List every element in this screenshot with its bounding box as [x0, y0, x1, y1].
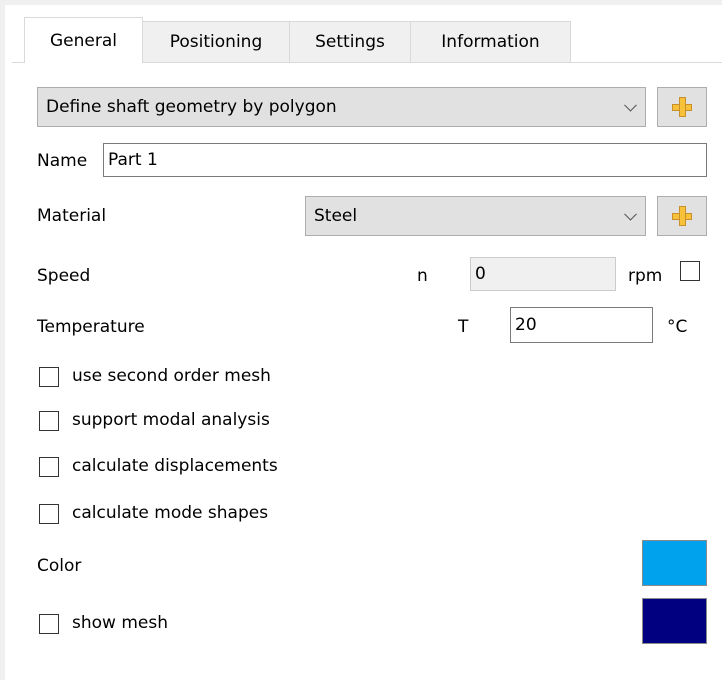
- add-geometry-button[interactable]: [657, 87, 707, 127]
- temperature-field[interactable]: 20: [510, 307, 653, 343]
- mesh-color-swatch-button[interactable]: [642, 598, 707, 644]
- tab-general-label: General: [50, 30, 117, 51]
- speed-field[interactable]: 0: [470, 257, 616, 291]
- speed-checkbox[interactable]: [680, 261, 700, 281]
- speed-unit: rpm: [628, 266, 663, 286]
- color-label: Color: [37, 556, 82, 576]
- material-dropdown-value: Steel: [314, 206, 358, 226]
- second-order-mesh-label: use second order mesh: [72, 366, 271, 386]
- tab-positioning-label: Positioning: [169, 32, 263, 52]
- name-label: Name: [37, 151, 88, 171]
- speed-symbol: n: [417, 266, 428, 286]
- show-mesh-label: show mesh: [72, 613, 168, 633]
- geometry-dropdown[interactable]: Define shaft geometry by polygon: [37, 87, 646, 127]
- speed-label: Speed: [37, 266, 91, 286]
- name-field[interactable]: Part 1: [103, 143, 707, 177]
- tab-general[interactable]: General: [24, 17, 143, 63]
- geometry-dropdown-value: Define shaft geometry by polygon: [46, 97, 337, 117]
- mode-shapes-checkbox[interactable]: [39, 504, 59, 524]
- plus-icon: [672, 206, 692, 226]
- color-swatch-button[interactable]: [642, 540, 707, 586]
- tab-information[interactable]: Information: [410, 21, 571, 62]
- temperature-unit: °C: [667, 317, 688, 337]
- modal-analysis-label: support modal analysis: [72, 410, 270, 430]
- chevron-down-icon: [624, 207, 637, 221]
- temperature-label: Temperature: [37, 317, 145, 337]
- temperature-field-value: 20: [515, 315, 537, 335]
- mode-shapes-label: calculate mode shapes: [72, 503, 269, 523]
- modal-analysis-checkbox[interactable]: [39, 411, 59, 431]
- material-dropdown[interactable]: Steel: [305, 196, 646, 236]
- tab-settings[interactable]: Settings: [289, 21, 411, 62]
- plus-icon: [672, 97, 692, 117]
- displacements-label: calculate displacements: [72, 456, 278, 476]
- add-material-button[interactable]: [657, 196, 707, 236]
- displacements-checkbox[interactable]: [39, 457, 59, 477]
- second-order-mesh-checkbox[interactable]: [39, 367, 59, 387]
- material-label: Material: [37, 206, 107, 226]
- tab-positioning[interactable]: Positioning: [142, 21, 290, 62]
- name-field-value: Part 1: [108, 150, 158, 170]
- temperature-symbol: T: [458, 317, 469, 337]
- speed-field-value: 0: [475, 264, 486, 284]
- chevron-down-icon: [624, 98, 637, 112]
- tab-settings-label: Settings: [315, 32, 385, 52]
- show-mesh-checkbox[interactable]: [39, 614, 59, 634]
- tab-information-label: Information: [441, 32, 540, 52]
